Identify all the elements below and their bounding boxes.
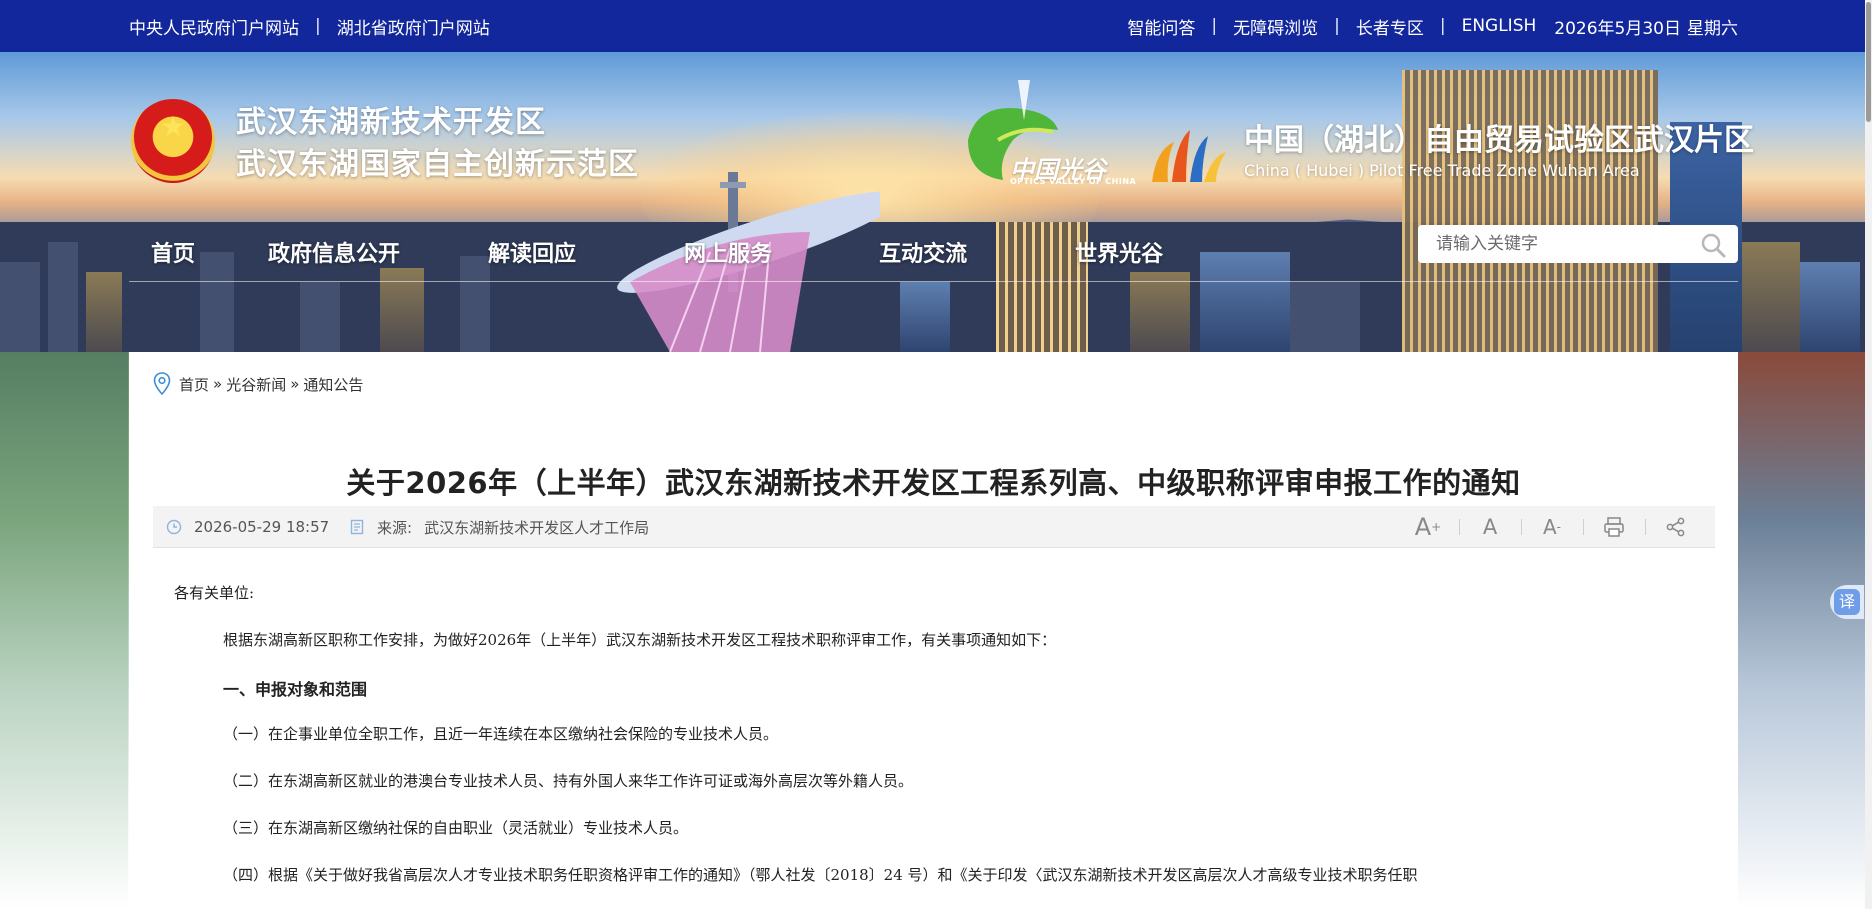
article-source: 来源: 武汉东湖新技术开发区人才工作局 [349,506,649,548]
printer-icon [1604,517,1624,537]
search-input[interactable] [1436,225,1686,263]
free-trade-zone-title-en: China ( Hubei ) Pilot Free Trade Zone Wu… [1244,161,1640,180]
publish-time: 2026-05-29 18:57 [166,506,329,548]
translate-icon: 译 [1834,589,1860,615]
free-trade-zone-title: 中国（湖北）自由贸易试验区武汉片区 China ( Hubei ) Pilot … [1244,122,1754,182]
optics-valley-logo[interactable]: 中国光谷 OPTICS VALLEY OF CHINA [958,80,1136,190]
nav-item-interpretation[interactable]: 解读回应 [488,236,576,268]
nav-item-gov-info[interactable]: 政府信息公开 [268,236,400,268]
top-bar-separator: | [315,16,321,36]
background-left-scenery [0,352,128,909]
free-trade-zone-title-cn: 中国（湖北）自由贸易试验区武汉片区 [1244,123,1754,158]
list-item: （二）在东湖高新区就业的港澳台专业技术人员、持有外国人来华工作许可证或海外高层次… [223,772,914,790]
article-meta-bar: 2026-05-29 18:57 来源: 武汉东湖新技术开发区人才工作局 A + … [153,506,1715,548]
link-accessible-browsing[interactable]: 无障碍浏览 [1233,14,1318,39]
translate-button[interactable]: 译 [1830,585,1864,619]
top-bar-left-links: 中央人民政府门户网站 | 湖北省政府门户网站 [129,0,490,52]
source-value: 武汉东湖新技术开发区人才工作局 [424,518,650,537]
breadcrumb-separator: » [213,375,223,393]
salutation: 各有关单位: [174,584,255,602]
search-box [1418,225,1738,263]
document-icon [350,519,364,535]
zone-title-line2: 武汉东湖国家自主创新示范区 [236,147,639,182]
section-heading: 一、申报对象和范围 [223,680,368,699]
header-banner: ★ 武汉东湖新技术开发区 武汉东湖国家自主创新示范区 中国光谷 OPTICS V… [0,52,1872,352]
list-item: （三）在东湖高新区缴纳社保的自由职业（灵活就业）专业技术人员。 [223,819,689,837]
national-emblem-icon: ★ [131,99,215,183]
list-item: （一）在企事业单位全职工作，且近一年连续在本区缴纳社会保险的专业技术人员。 [223,725,779,743]
optics-valley-en: OPTICS VALLEY OF CHINA [1010,177,1137,186]
link-smart-qa[interactable]: 智能问答 [1127,14,1195,39]
nav-item-home[interactable]: 首页 [151,236,195,268]
article-card: 首页 » 光谷新闻 » 通知公告 关于2026年（上半年）武汉东湖新技术开发区工… [129,352,1738,909]
top-bar: 中央人民政府门户网站 | 湖北省政府门户网站 智能问答 | 无障碍浏览 | 长者… [0,0,1872,52]
free-trade-zone-logo-icon [1152,130,1226,182]
link-central-gov-portal[interactable]: 中央人民政府门户网站 [129,14,299,39]
share-icon [1666,517,1685,537]
zone-title: 武汉东湖新技术开发区 武汉东湖国家自主创新示范区 [236,102,639,186]
link-english[interactable]: ENGLISH [1462,16,1537,36]
article-title: 关于2026年（上半年）武汉东湖新技术开发区工程系列高、中级职称评审申报工作的通… [346,466,1521,500]
current-date: 2026年5月30日 星期六 [1554,18,1738,39]
article-tools: A + A A- [1397,506,1707,548]
publish-time-value: 2026-05-29 18:57 [194,518,330,536]
top-bar-separator: | [1334,16,1340,36]
page-scrollbar[interactable] [1865,0,1872,909]
scrollbar-thumb[interactable] [1866,2,1871,122]
search-icon[interactable] [1700,232,1726,258]
share-button[interactable] [1645,506,1707,548]
link-elderly-zone[interactable]: 长者专区 [1356,14,1424,39]
banner-tower [1402,70,1658,352]
print-button[interactable] [1583,506,1645,548]
clock-icon [166,519,182,535]
breadcrumb-news[interactable]: 光谷新闻 [226,374,286,395]
source-label: 来源: [377,518,413,537]
nav-divider [129,281,1738,282]
breadcrumb: 首页 » 光谷新闻 » 通知公告 [153,372,363,396]
top-bar-right-links: 智能问答 | 无障碍浏览 | 长者专区 | ENGLISH 2026年5月30日… [1127,0,1738,52]
nav-item-online-service[interactable]: 网上服务 [684,236,772,268]
top-bar-separator: | [1211,16,1218,36]
font-increase-button[interactable]: A + [1397,506,1459,548]
main-nav: 首页 政府信息公开 解读回应 网上服务 互动交流 世界光谷 [151,232,1163,272]
location-pin-icon [153,372,171,396]
breadcrumb-notices[interactable]: 通知公告 [303,374,363,395]
font-decrease-button[interactable]: A- [1521,506,1583,548]
background-right-scenery [1738,352,1872,909]
list-item: （四）根据《关于做好我省高层次人才专业技术职务任职资格评审工作的通知》（鄂人社发… [223,866,1418,884]
intro-paragraph: 根据东湖高新区职称工作安排，为做好2026年（上半年）武汉东湖新技术开发区工程技… [223,631,1057,649]
nav-item-interaction[interactable]: 互动交流 [879,236,967,268]
font-default-button[interactable]: A [1459,506,1521,548]
breadcrumb-separator: » [290,375,300,393]
link-hubei-gov-portal[interactable]: 湖北省政府门户网站 [337,14,490,39]
breadcrumb-home[interactable]: 首页 [179,374,209,395]
zone-title-line1: 武汉东湖新技术开发区 [236,105,546,140]
nav-item-world-optics-valley[interactable]: 世界光谷 [1075,236,1163,268]
top-bar-separator: | [1439,16,1446,36]
